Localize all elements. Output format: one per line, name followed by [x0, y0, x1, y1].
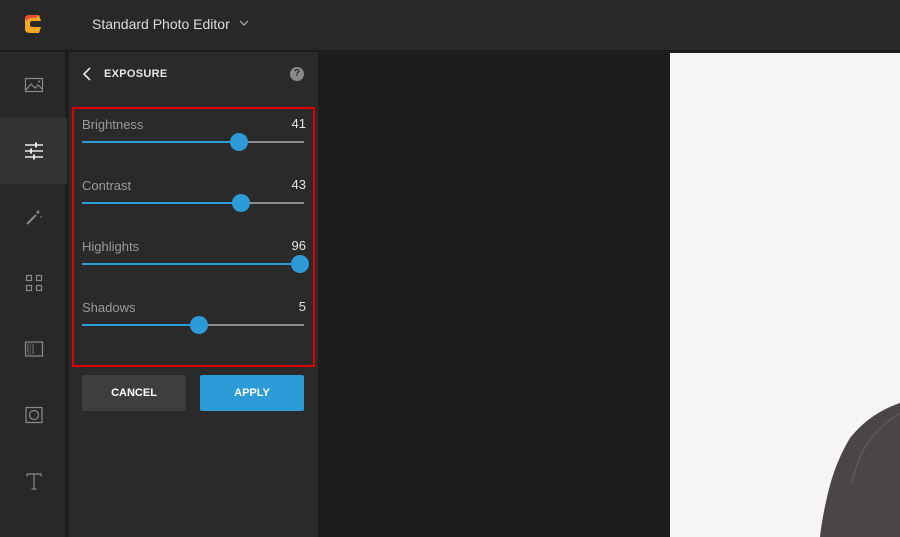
magic-wand-icon [25, 209, 42, 225]
tool-rail [0, 52, 67, 537]
adjustments-group: Brightness 41 Contrast 43 Highlights 96 [72, 107, 315, 367]
chevron-down-icon[interactable] [238, 17, 250, 29]
slider-fill [82, 202, 241, 204]
slider-fill [82, 141, 239, 143]
photo-canvas [318, 52, 900, 537]
slider-highlights: Highlights 96 [74, 231, 313, 292]
slider-value: 5 [298, 299, 306, 314]
slider-thumb[interactable] [231, 194, 250, 212]
grid-icon [25, 274, 42, 292]
slider-fill [82, 324, 199, 326]
help-icon[interactable]: ? [290, 67, 304, 81]
slider-track[interactable] [82, 194, 304, 212]
slider-thumb[interactable] [290, 255, 309, 273]
slider-track[interactable] [82, 316, 304, 334]
rail-item-frames[interactable] [0, 250, 67, 316]
slider-label: Shadows [82, 300, 136, 315]
image-icon [24, 77, 43, 93]
top-bar: Standard Photo Editor [0, 0, 900, 51]
cancel-button[interactable]: CANCEL [82, 375, 186, 411]
slider-brightness: Brightness 41 [74, 109, 313, 170]
slider-fill [82, 263, 300, 265]
panel-title: EXPOSURE [104, 68, 168, 80]
slider-track[interactable] [82, 133, 304, 151]
sliders-icon [24, 142, 43, 160]
apply-button[interactable]: APPLY [200, 375, 304, 411]
slider-track[interactable] [82, 255, 309, 273]
slider-label: Brightness [82, 117, 144, 132]
app-title[interactable]: Standard Photo Editor [92, 16, 230, 32]
rail-item-text[interactable] [0, 448, 67, 514]
back-chevron-icon[interactable] [81, 66, 93, 82]
slider-shadows: Shadows 5 [74, 292, 313, 353]
photo-subject-shoulder [820, 403, 900, 537]
photo-preview[interactable] [670, 53, 900, 537]
rail-item-image[interactable] [0, 52, 67, 118]
slider-value: 43 [291, 177, 306, 192]
slider-thumb[interactable] [229, 133, 248, 151]
app-logo-icon[interactable] [22, 13, 44, 35]
slider-label: Highlights [82, 239, 140, 254]
texture-icon [24, 341, 43, 357]
vignette-icon [24, 406, 43, 424]
rail-item-vignette[interactable] [0, 382, 67, 448]
slider-contrast: Contrast 43 [74, 170, 313, 231]
slider-value: 41 [291, 116, 306, 131]
slider-label: Contrast [82, 178, 132, 193]
rail-item-effects[interactable] [0, 184, 67, 250]
text-icon [25, 473, 42, 490]
rail-item-overlays[interactable] [0, 316, 67, 382]
exposure-panel: EXPOSURE ? Brightness 41 Contrast 43 Hig… [69, 52, 318, 537]
rail-item-adjust[interactable] [0, 118, 67, 184]
slider-thumb[interactable] [189, 316, 208, 334]
slider-value: 96 [291, 238, 306, 253]
